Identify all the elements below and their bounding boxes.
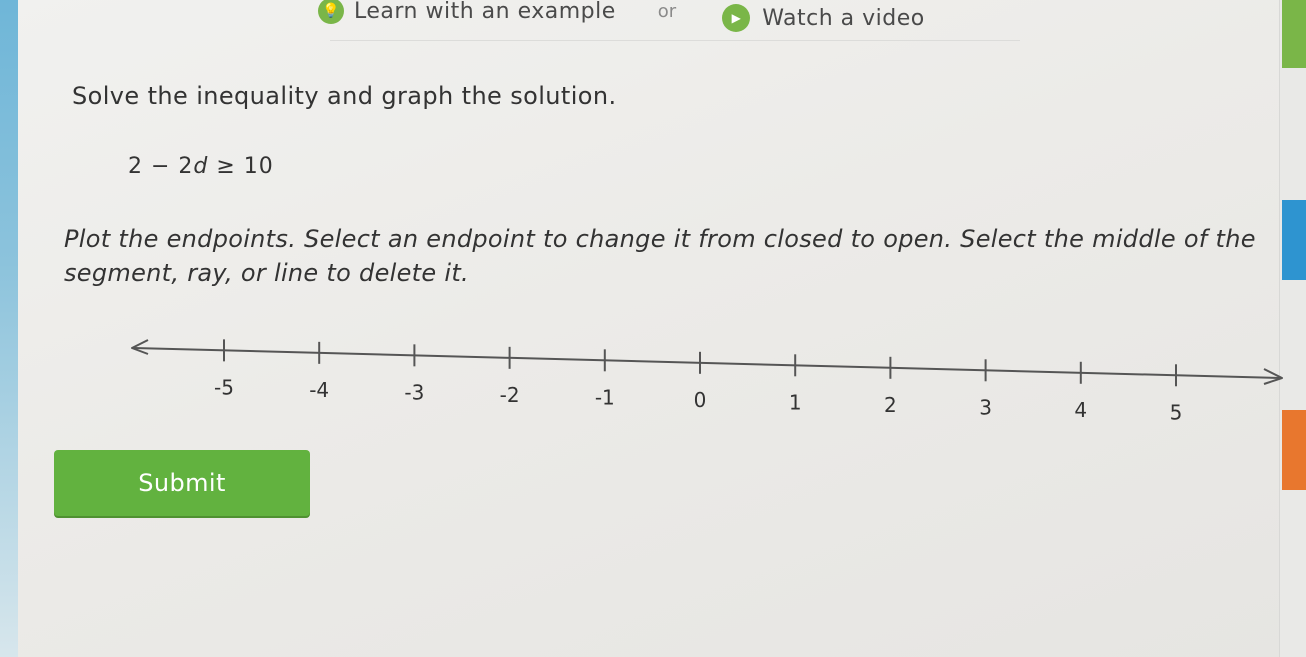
number-line[interactable]: -5 -4 -3 -2 -1 0 1 2 3 4 5 — [120, 330, 1300, 440]
plot-instructions: Plot the endpoints. Select an endpoint t… — [64, 225, 1256, 287]
equation-variable: d — [193, 154, 209, 179]
tick-label: 2 — [884, 393, 897, 417]
inequality-equation: 2 − 2d ≥ 10 — [128, 154, 274, 179]
question-instruction: Solve the inequality and graph the solut… — [72, 82, 617, 110]
equation-lhs: 2 − 2 — [128, 154, 194, 179]
tick-label: -3 — [404, 380, 424, 404]
tick-label: 0 — [694, 388, 707, 412]
or-separator: or — [657, 0, 677, 22]
left-edge-strip — [0, 0, 18, 657]
tick-label: -4 — [309, 378, 329, 402]
header-divider — [330, 40, 1020, 41]
right-side-panel — [1279, 0, 1306, 657]
tick-label: -1 — [595, 385, 615, 409]
tick-label: 1 — [789, 390, 802, 414]
help-links-row: 💡 Learn with an example or ▶ Watch a vid… — [318, 0, 1038, 36]
side-tab-blue[interactable] — [1282, 200, 1306, 280]
tick-label: 3 — [979, 395, 992, 419]
tick-label: 5 — [1170, 400, 1183, 424]
tick-group: -5 -4 -3 -2 -1 0 1 2 3 4 5 — [214, 339, 1182, 424]
equation-rhs: ≥ 10 — [208, 154, 274, 179]
submit-button[interactable]: Submit — [54, 450, 310, 516]
tick-label: -2 — [500, 383, 520, 407]
play-icon[interactable]: ▶ — [722, 4, 751, 32]
number-line-axis[interactable] — [133, 347, 1281, 379]
side-tab-green[interactable] — [1282, 0, 1306, 68]
lightbulb-icon[interactable]: 💡 — [318, 0, 344, 24]
tick-label: -5 — [214, 375, 234, 399]
learn-with-example-link[interactable]: Learn with an example — [354, 0, 616, 24]
watch-video-link[interactable]: Watch a video — [762, 6, 925, 31]
left-arrow-icon — [131, 339, 149, 355]
right-arrow-icon — [1263, 368, 1283, 385]
tick-label: 4 — [1074, 398, 1087, 422]
